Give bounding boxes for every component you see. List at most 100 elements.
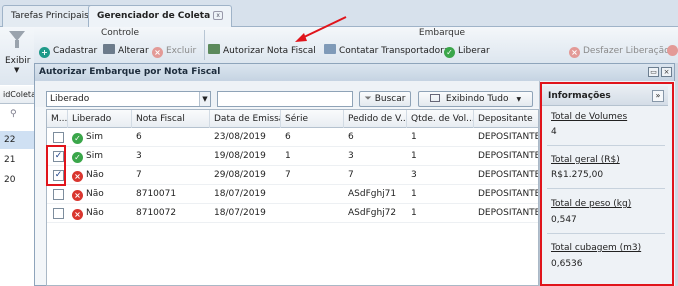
exibindo-tudo-button[interactable]: Exibindo Tudo ▼ — [418, 91, 533, 107]
chevron-down-icon[interactable]: ▼ — [14, 66, 19, 74]
check-circle-icon: ✓ — [72, 152, 83, 163]
cell-nota: 8710071 — [136, 189, 177, 199]
cell-qtde: 1 — [411, 151, 417, 161]
col-header-liberado[interactable]: Liberado — [68, 110, 132, 128]
cell-serie: 6 — [285, 132, 291, 142]
info-divider — [547, 145, 665, 146]
cell-pedido: 6 — [348, 132, 354, 142]
info-title: Informações — [542, 86, 668, 106]
arrow-annotation — [295, 16, 347, 42]
cell-qtde: 1 — [411, 208, 417, 218]
filter-icon: ⏷ — [364, 94, 372, 104]
collapse-icon[interactable]: » — [652, 90, 664, 102]
notas-grid: M... Liberado Nota Fiscal Data de Emissã… — [46, 109, 539, 286]
autorizar-label: Autorizar Nota Fiscal — [223, 46, 316, 56]
col-header-serie[interactable]: Série — [281, 110, 344, 128]
row-checkbox[interactable]: ✓ — [53, 151, 64, 162]
info-divider — [547, 233, 665, 234]
row-checkbox[interactable]: ✓ — [53, 170, 64, 181]
exibir-button[interactable]: Exibir — [5, 56, 30, 66]
document-check-icon — [208, 44, 220, 54]
liberar-button[interactable]: ✓ Liberar — [444, 44, 490, 58]
tab-gerenciador-de-coleta[interactable]: Gerenciador de Coleta x — [88, 5, 233, 28]
cell-nota: 7 — [136, 170, 142, 180]
table-row[interactable]: ✓ ✓ Sim 3 19/08/2019 1 3 1 DEPOSITANTE — [47, 147, 538, 166]
col-header-qtde[interactable]: Qtde. de Vol... — [407, 110, 474, 128]
total-volumes-value: 4 — [551, 127, 557, 137]
cell-data: 18/07/2019 — [214, 208, 266, 218]
table-row[interactable]: × Não 8710072 18/07/2019 ASdFghj72 1 DEPOSITAN… — [47, 204, 538, 223]
liberado-filter-select[interactable]: Liberado ▼ — [46, 91, 211, 107]
total-cubagem-label: Total cubagem (m3) — [551, 243, 642, 253]
coleta-row[interactable]: 21 — [0, 151, 34, 169]
liberado-text: Sim — [86, 151, 103, 161]
col-header-pedido[interactable]: Pedido de V... — [344, 110, 407, 128]
close-tab-icon[interactable]: x — [213, 11, 224, 20]
col-header-nota-fiscal[interactable]: Nota Fiscal — [132, 110, 210, 128]
cell-qtde: 1 — [411, 132, 417, 142]
cell-liberado: ✓ Sim — [68, 128, 132, 147]
cell-nota: 8710072 — [136, 208, 177, 218]
desfazer-label: Desfazer Liberação — [583, 46, 670, 56]
cadastrar-button[interactable]: + Cadastrar — [39, 44, 97, 58]
col-header-data-emissao[interactable]: Data de Emissão — [210, 110, 281, 128]
more-icon[interactable] — [667, 45, 678, 56]
cell-depositante: DEPOSITANTE — [478, 151, 538, 161]
coleta-row[interactable]: 20 — [0, 171, 34, 189]
filter-value: Liberado — [50, 94, 90, 104]
controle-group-title: Controle — [100, 28, 140, 38]
tab-label: Tarefas Principais — [11, 11, 89, 21]
table-row[interactable]: × Não 8710071 18/07/2019 ASdFghj71 1 DEPOSITAN… — [47, 185, 538, 204]
contatar-label: Contatar Transportadora — [339, 46, 450, 56]
liberado-text: Não — [86, 189, 104, 199]
dialog-title: Autorizar Embarque por Nota Fiscal — [35, 64, 674, 81]
chevron-down-icon[interactable]: ▼ — [199, 92, 210, 106]
excluir-button[interactable]: × Excluir — [152, 44, 196, 58]
info-divider — [547, 188, 665, 189]
row-checkbox[interactable] — [53, 132, 64, 143]
exibindo-label: Exibindo Tudo — [445, 94, 509, 104]
idcoleta-header[interactable]: idColeta — [0, 86, 36, 104]
tab-tarefas-principais[interactable]: Tarefas Principais — [2, 5, 98, 27]
restore-icon[interactable]: ▭ — [648, 67, 659, 77]
search-input[interactable] — [217, 91, 353, 107]
tab-label: Gerenciador de Coleta — [97, 11, 211, 21]
contatar-transportadora-button[interactable]: Contatar Transportadora — [324, 44, 449, 58]
alterar-label: Alterar — [118, 46, 149, 56]
edit-icon — [103, 44, 115, 54]
total-volumes-label: Total de Volumes — [551, 112, 628, 122]
buscar-button[interactable]: ⏷ Buscar — [359, 91, 411, 107]
liberado-text: Não — [86, 208, 104, 218]
total-geral-label: Total geral (R$) — [551, 155, 620, 165]
cell-depositante: DEPOSITANTE — [478, 189, 538, 199]
cell-depositante: DEPOSITANTE — [478, 208, 538, 218]
table-row[interactable]: ✓ × Não 7 29/08/2019 7 7 3 DEPOSITANTE — [47, 166, 538, 185]
table-row[interactable]: ✓ Sim 6 23/08/2019 6 6 1 DEPOSITANTE — [47, 128, 538, 147]
view-icon — [429, 94, 440, 102]
row-checkbox[interactable] — [53, 208, 64, 219]
liberado-text: Sim — [86, 132, 103, 142]
plus-icon: + — [39, 47, 50, 58]
delete-icon: × — [152, 47, 163, 58]
total-geral-value: R$1.275,00 — [551, 170, 604, 180]
autorizar-nota-fiscal-button[interactable]: Autorizar Nota Fiscal — [208, 44, 316, 58]
buscar-label: Buscar — [374, 94, 406, 104]
filter-icon-stem — [15, 40, 19, 48]
cell-serie — [281, 204, 344, 223]
cell-depositante: DEPOSITANTE — [478, 132, 538, 142]
coleta-row[interactable]: 22 — [0, 131, 34, 149]
liberado-text: Não — [86, 170, 104, 180]
chevron-down-icon: ▼ — [516, 96, 522, 103]
cell-serie: 1 — [285, 151, 291, 161]
desfazer-liberacao-button[interactable]: × Desfazer Liberação — [569, 44, 670, 58]
cell-liberado: ✓ Sim — [68, 147, 132, 166]
col-header-marcar[interactable]: M... — [47, 110, 68, 128]
close-icon[interactable]: × — [661, 67, 672, 77]
cell-nota: 3 — [136, 151, 142, 161]
ribbon-separator — [204, 30, 205, 60]
cell-data: 29/08/2019 — [214, 170, 266, 180]
row-checkbox[interactable] — [53, 189, 64, 200]
col-header-depositante[interactable]: Depositante — [474, 110, 538, 128]
search-icon[interactable]: ⚲ — [0, 105, 34, 123]
alterar-button[interactable]: Alterar — [103, 44, 149, 58]
